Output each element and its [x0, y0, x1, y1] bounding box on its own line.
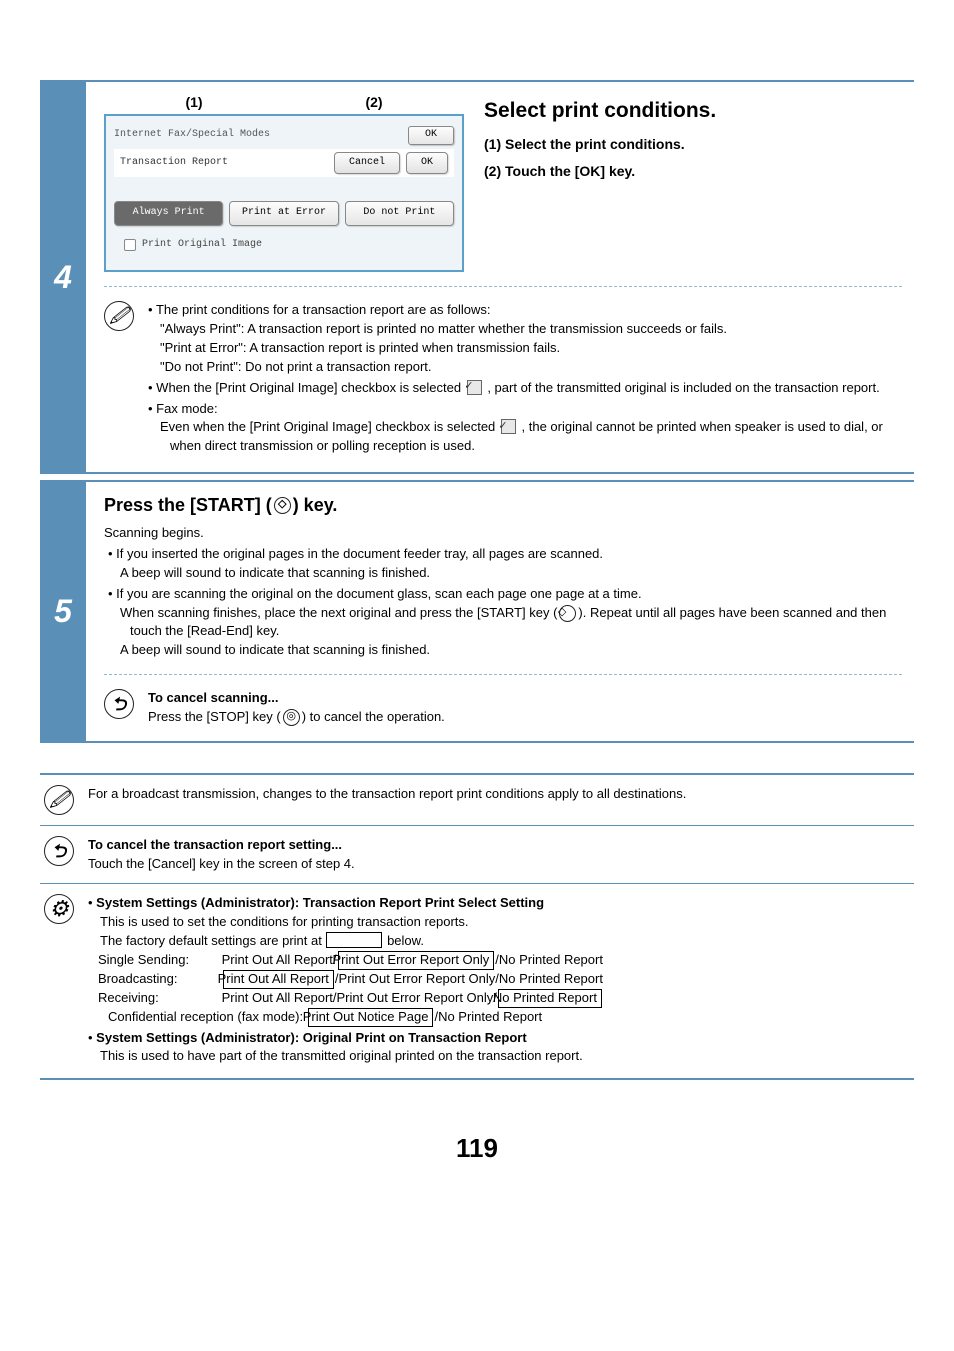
step4-sub2: (2) Touch the [OK] key. — [484, 161, 902, 181]
callout-1: (1) — [185, 92, 202, 112]
back-icon: ⮌ — [44, 836, 74, 866]
info-box: 🖉 For a broadcast transmission, changes … — [40, 773, 914, 1080]
ok-button[interactable]: OK — [406, 152, 448, 175]
print-original-image-checkbox[interactable] — [124, 239, 136, 251]
cancel-button[interactable]: Cancel — [334, 152, 400, 175]
divider — [104, 286, 902, 287]
start-key-icon: ◇ — [274, 497, 291, 514]
step4-sub1: (1) Select the print conditions. — [484, 134, 902, 154]
always-print-option[interactable]: Always Print — [114, 201, 223, 226]
note-icon: 🖉 — [104, 301, 134, 331]
broadcast-note: For a broadcast transmission, changes to… — [88, 785, 686, 804]
checked-icon: ✓ — [501, 419, 516, 434]
scanning-begins: Scanning begins. — [104, 524, 902, 543]
step4-heading: Select print conditions. — [484, 96, 902, 126]
header-ok-button[interactable]: OK — [408, 126, 454, 145]
back-icon: ⮌ — [104, 689, 134, 719]
callout-2: (2) — [365, 92, 382, 112]
step5-heading: Press the [START] ( ◇ ) key. — [104, 492, 902, 518]
sub-title: Transaction Report — [120, 156, 228, 171]
step-4: 4 (1) (2) Internet Fax/Special Modes OK … — [40, 80, 914, 474]
page-number: 119 — [40, 1130, 914, 1168]
checked-icon: ✓ — [467, 380, 482, 395]
cancel-setting-heading: To cancel the transaction report setting… — [88, 836, 355, 855]
gear-icon: ⚙ — [44, 894, 74, 924]
cancel-setting-text: Touch the [Cancel] key in the screen of … — [88, 855, 355, 874]
print-option-row: Always Print Print at Error Do not Print — [114, 201, 454, 226]
stop-key-icon: ◎ — [283, 709, 300, 726]
print-at-error-option[interactable]: Print at Error — [229, 201, 338, 226]
start-key-icon: ◇ — [559, 605, 576, 622]
do-not-print-option[interactable]: Do not Print — [345, 201, 454, 226]
panel-title: Internet Fax/Special Modes — [114, 128, 270, 143]
divider — [104, 674, 902, 675]
step4-notes: The print conditions for a transaction r… — [148, 301, 902, 458]
step-number-5: 5 — [40, 482, 86, 741]
step-5: 5 Press the [START] ( ◇ ) key. Scanning … — [40, 480, 914, 743]
note-icon: 🖉 — [44, 785, 74, 815]
cancel-scanning-heading: To cancel scanning... — [148, 689, 445, 708]
step-number-4: 4 — [40, 82, 86, 472]
screen-mockup: (1) (2) Internet Fax/Special Modes OK Tr… — [104, 92, 464, 272]
print-original-image-label: Print Original Image — [142, 238, 262, 253]
